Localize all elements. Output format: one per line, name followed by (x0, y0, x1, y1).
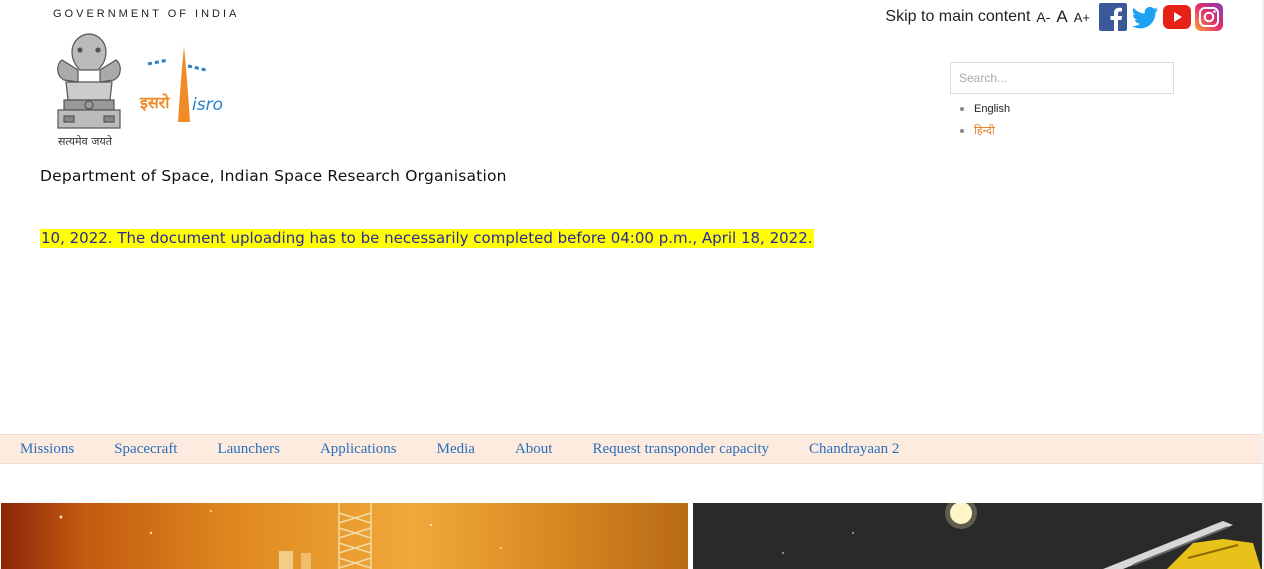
emblem-motto: सत्यमेव जयते (58, 135, 113, 148)
bullet-icon (960, 107, 964, 111)
nav-item-applications[interactable]: Applications (320, 441, 397, 458)
bullet-icon (960, 129, 964, 133)
launch-pad-image (59, 503, 502, 569)
svg-text:isro: isro (192, 95, 223, 115)
skip-to-main-link[interactable]: Skip to main content (885, 8, 1030, 26)
nav-item-spacecraft[interactable]: Spacecraft (114, 441, 177, 458)
font-increase-button[interactable]: A+ (1074, 10, 1090, 25)
spacecraft-image (782, 503, 1261, 569)
language-link-hindi[interactable]: हिन्दी (974, 120, 995, 142)
marquee-notice[interactable]: 10, 2022. The document uploading has to … (40, 229, 814, 248)
organisation-name: Department of Space, Indian Space Resear… (40, 167, 507, 185)
nav-item-about[interactable]: About (515, 441, 553, 458)
facebook-icon[interactable] (1099, 3, 1127, 31)
main-navigation: Missions Spacecraft Launchers Applicatio… (0, 434, 1264, 464)
search-input[interactable] (950, 62, 1174, 94)
nav-item-launchers[interactable]: Launchers (217, 441, 279, 458)
nav-item-missions[interactable]: Missions (20, 441, 74, 458)
nav-item-chandrayaan-2[interactable]: Chandrayaan 2 (809, 441, 899, 458)
hero-image-spacecraft[interactable] (693, 503, 1262, 569)
accessibility-bar: Skip to main content A- A A+ (885, 2, 1223, 32)
language-link-english[interactable]: English (974, 98, 1010, 120)
government-title: GOVERNMENT OF INDIA (53, 8, 240, 20)
font-normal-button[interactable]: A (1056, 7, 1067, 27)
svg-text:इसरो: इसरो (139, 93, 170, 112)
twitter-icon[interactable] (1131, 3, 1159, 31)
nav-item-media[interactable]: Media (437, 441, 475, 458)
instagram-icon[interactable] (1195, 3, 1223, 31)
youtube-icon[interactable] (1163, 3, 1191, 31)
language-item-hindi: हिन्दी (960, 120, 1010, 142)
font-decrease-button[interactable]: A- (1036, 9, 1050, 25)
hero-image-launch[interactable] (1, 503, 688, 569)
language-list: English हिन्दी (960, 98, 1010, 142)
national-emblem-icon (57, 33, 121, 129)
language-item-english: English (960, 98, 1010, 120)
isro-logo-icon[interactable]: इसरो isro (138, 42, 233, 134)
nav-item-request-transponder[interactable]: Request transponder capacity (592, 441, 769, 458)
